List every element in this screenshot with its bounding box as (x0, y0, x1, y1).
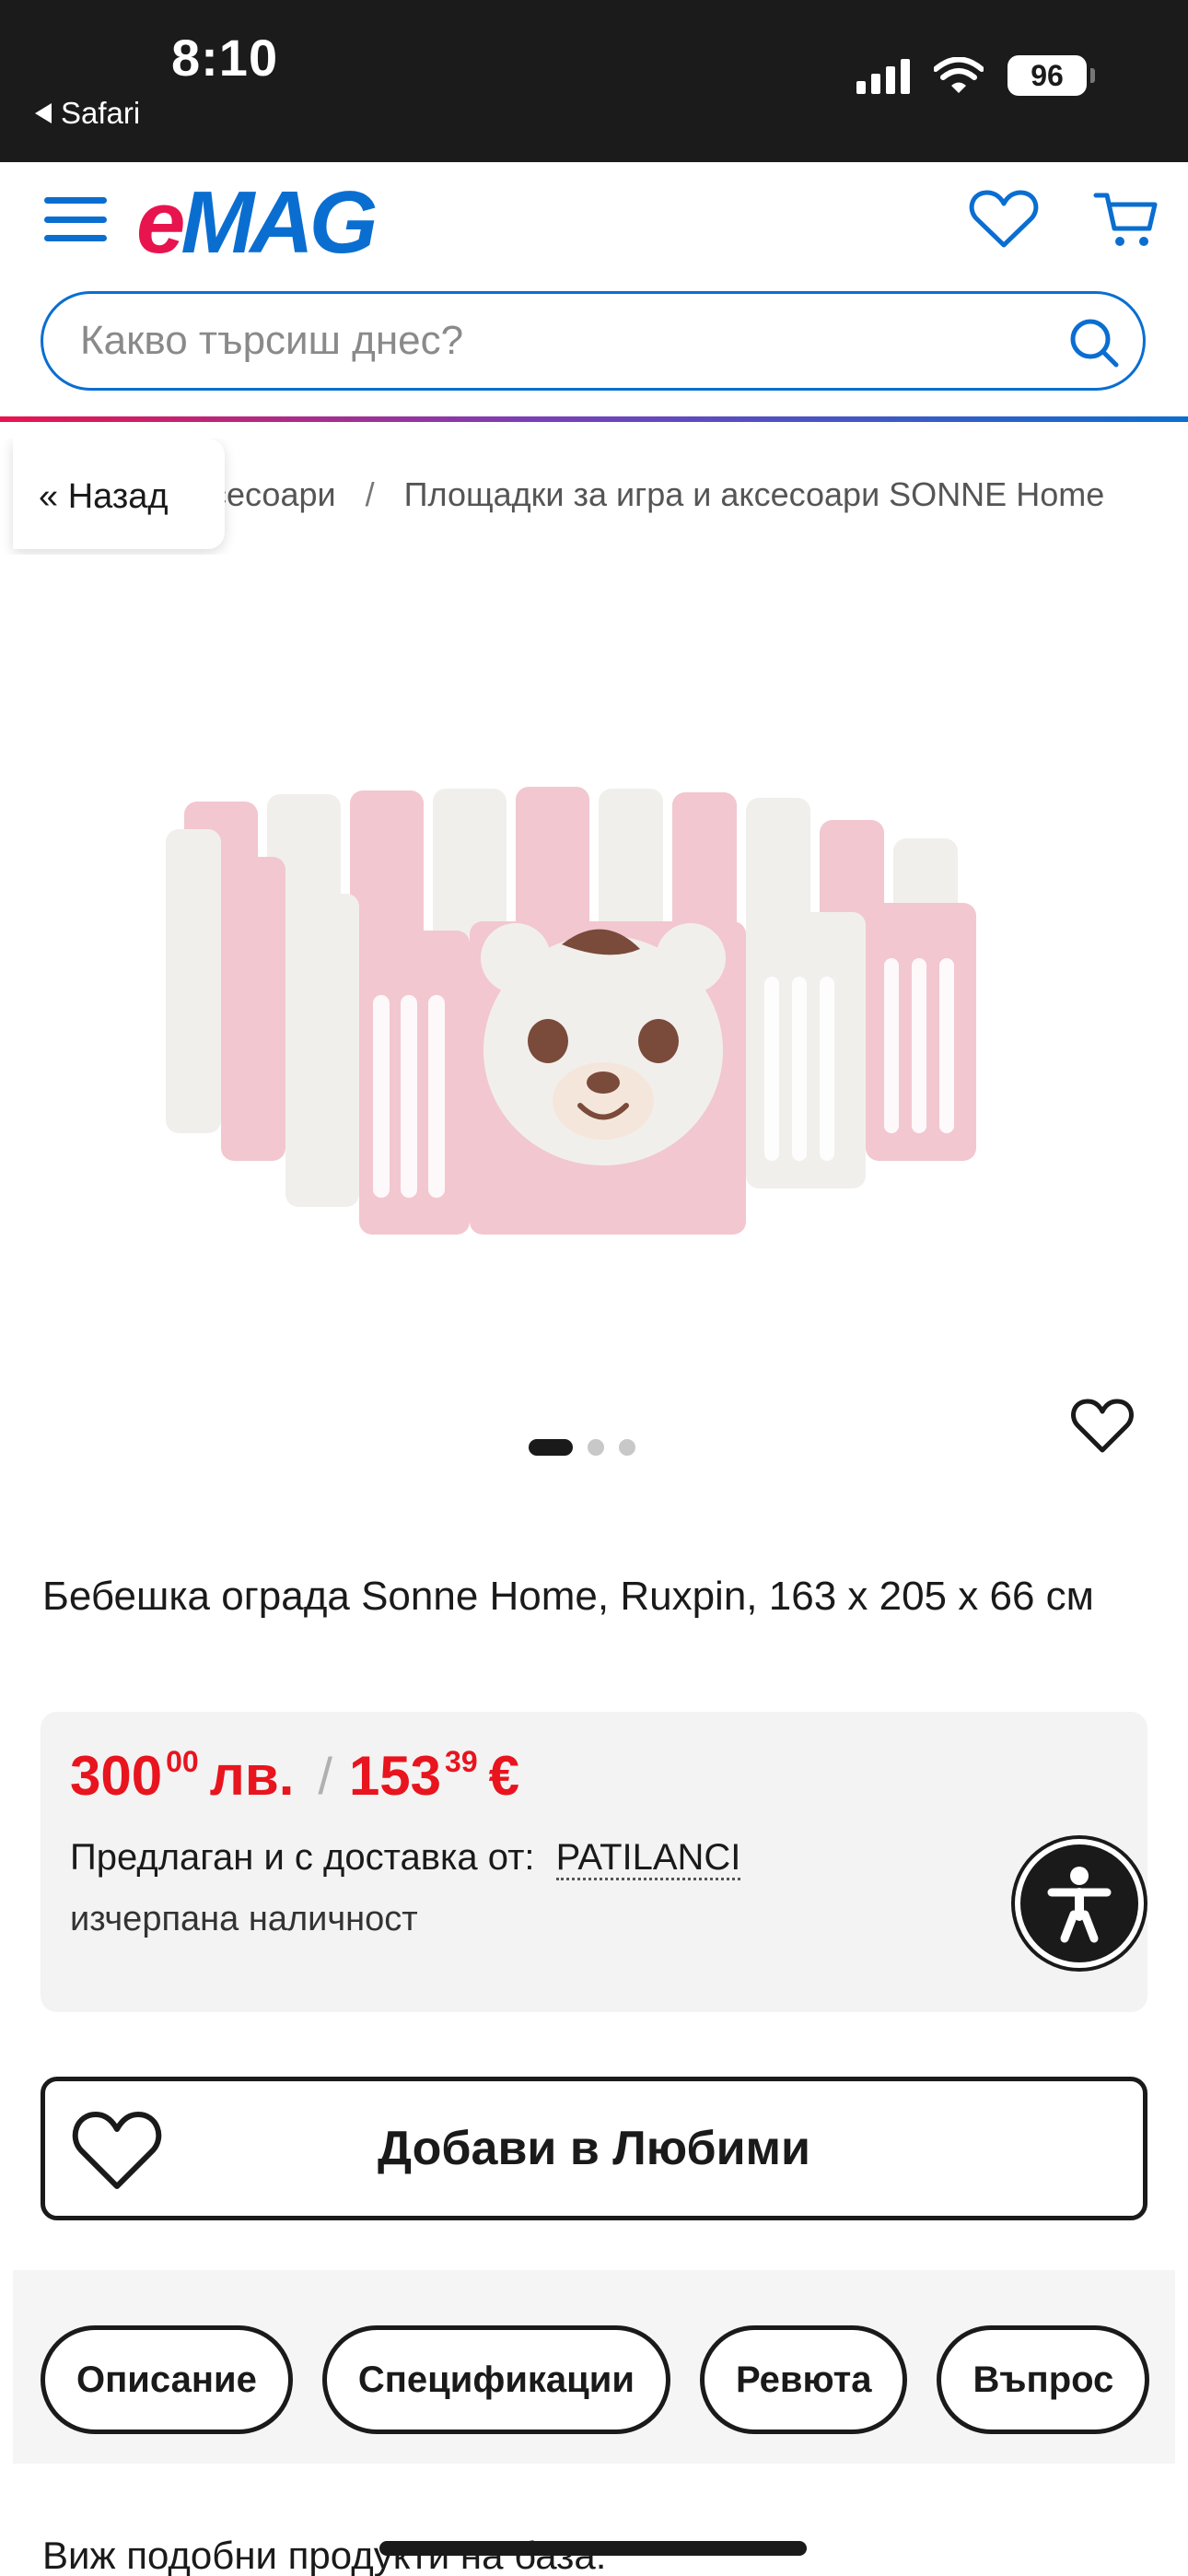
accessibility-button[interactable] (1015, 1839, 1144, 1968)
add-to-favorites-label: Добави в Любими (377, 2122, 810, 2175)
tab-questions[interactable]: Въпрос (937, 2325, 1150, 2434)
seller-label: Предлаган и с доставка от: (70, 1837, 535, 1878)
tab-specifications[interactable]: Спецификации (321, 2325, 670, 2434)
product-title: Бебешка ограда Sonne Home, Ruxpin, 163 x… (42, 1574, 1094, 1619)
breadcrumb-trail: сесоари / Площадки за игра и аксесоари S… (210, 475, 1104, 514)
price-eur-dec: 39 (445, 1745, 478, 1778)
price-bgn-dec: 00 (166, 1745, 199, 1778)
status-bar: 8:10 Safari 96 (0, 0, 1188, 162)
price-bgn-currency: лв. (209, 1745, 295, 1807)
accessibility-icon (1047, 1867, 1112, 1943)
search-bar[interactable] (41, 291, 1146, 391)
status-icons: 96 (856, 55, 1095, 96)
breadcrumb-item[interactable]: Площадки за игра и аксесоари SONNE Home (404, 475, 1105, 513)
search-icon[interactable] (1067, 316, 1121, 369)
menu-icon[interactable] (44, 193, 107, 245)
gallery-pagination (529, 1439, 635, 1456)
home-indicator[interactable] (379, 2541, 807, 2556)
breadcrumb-item[interactable]: сесоари (210, 475, 336, 513)
seller-link[interactable]: PATILANCI (555, 1837, 741, 1880)
price-eur-int: 153 (348, 1745, 442, 1807)
product-image[interactable] (129, 737, 1050, 1290)
site-header: eMAG (0, 162, 1188, 426)
gallery-dot[interactable] (529, 1439, 573, 1456)
price: 300 00 лв. / 153 39 € (70, 1743, 519, 1809)
heart-icon[interactable] (1070, 1397, 1135, 1456)
price-bgn-int: 300 (70, 1745, 163, 1807)
wifi-icon (934, 57, 984, 93)
battery-indicator: 96 (1007, 55, 1095, 96)
cellular-signal-icon (856, 57, 910, 94)
gallery-dot[interactable] (619, 1439, 635, 1456)
search-input[interactable] (80, 312, 1038, 369)
status-time: 8:10 (171, 29, 279, 87)
breadcrumb: сесоари / Площадки за игра и аксесоари S… (0, 439, 1188, 555)
back-to-app-button[interactable]: Safari (35, 96, 140, 131)
tab-description[interactable]: Описание (41, 2325, 293, 2434)
price-separator: / (318, 1747, 332, 1805)
seller-info: Предлаган и с доставка от: PATILANCI (70, 1837, 741, 1880)
cart-icon[interactable] (1092, 186, 1160, 252)
back-button[interactable]: « Назад (13, 439, 225, 549)
add-to-favorites-button[interactable]: Добави в Любими (41, 2077, 1147, 2220)
gallery-dot[interactable] (588, 1439, 604, 1456)
tab-reviews[interactable]: Ревюта (699, 2325, 908, 2434)
favorites-heart-icon[interactable] (969, 188, 1039, 251)
product-gallery[interactable] (0, 571, 1188, 1493)
emag-logo[interactable]: eMAG (136, 179, 378, 267)
product-tabs: Описание Спецификации Ревюта Въпрос (41, 2325, 1164, 2436)
header-gradient-divider (0, 416, 1188, 422)
stock-status: изчерпана наличност (70, 1900, 418, 1938)
back-arrow-icon (35, 103, 52, 123)
price-eur-currency: € (488, 1745, 520, 1807)
price-card: 300 00 лв. / 153 39 € Предлаган и с дост… (41, 1712, 1147, 2012)
breadcrumb-separator: / (365, 475, 375, 513)
back-app-label: Safari (61, 96, 141, 130)
